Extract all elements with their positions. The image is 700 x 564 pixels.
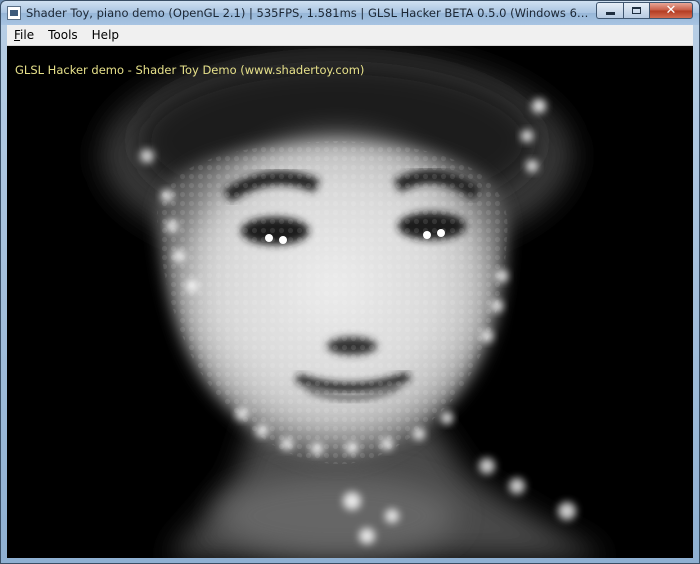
close-button[interactable]: ✕: [649, 2, 693, 19]
caption-buttons: ✕: [596, 2, 693, 20]
maximize-icon: [632, 7, 641, 14]
menu-tools-label: Tools: [48, 28, 78, 42]
app-icon[interactable]: [7, 6, 21, 20]
title-bar[interactable]: Shader Toy, piano demo (OpenGL 2.1) | 53…: [1, 1, 699, 25]
window-title: Shader Toy, piano demo (OpenGL 2.1) | 53…: [26, 6, 594, 20]
render-viewport[interactable]: GLSL Hacker demo - Shader Toy Demo (www.…: [7, 46, 693, 558]
close-icon: ✕: [665, 3, 677, 18]
shader-render-image: [102, 51, 607, 558]
menu-tools[interactable]: Tools: [41, 26, 85, 44]
minimize-icon: [605, 12, 615, 15]
menu-help-label: Help: [91, 28, 120, 42]
menu-file-label: ile: [20, 28, 35, 42]
menu-bar: File Tools Help: [7, 25, 693, 46]
menu-file[interactable]: File: [7, 26, 41, 44]
minimize-button[interactable]: [596, 2, 623, 19]
maximize-button[interactable]: [623, 2, 649, 19]
menu-help[interactable]: Help: [85, 26, 126, 44]
demo-overlay-text: GLSL Hacker demo - Shader Toy Demo (www.…: [15, 63, 365, 77]
app-window: Shader Toy, piano demo (OpenGL 2.1) | 53…: [0, 0, 700, 564]
